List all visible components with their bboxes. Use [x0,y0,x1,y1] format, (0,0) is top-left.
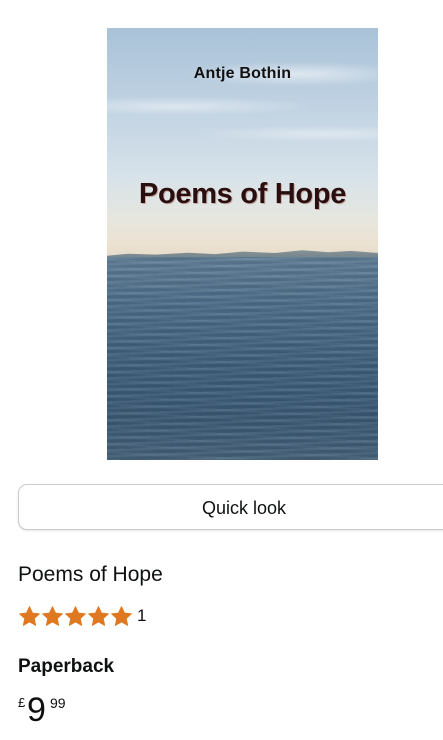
price-whole: 9 [27,691,46,729]
format-link[interactable]: Paperback [18,656,114,678]
star-rating[interactable] [18,605,133,628]
price-currency-symbol: £ [18,695,26,710]
rating-count-link[interactable]: 1 [137,606,146,626]
cover-sky [107,28,378,258]
cover-title: Poems of Hope [138,178,347,210]
star-icon [65,605,86,626]
price-fraction: 99 [50,695,66,711]
cover-sea [107,257,378,460]
star-icon [42,605,63,626]
quick-look-button[interactable]: Quick look [18,484,443,530]
star-icon [19,605,40,626]
cover-author: Antje Bothin [193,65,292,82]
product-title-link[interactable]: Poems of Hope [18,563,163,587]
rating-row: 1 [18,603,146,629]
book-cover-image[interactable]: Antje Bothin Poems of Hope [107,28,378,460]
quick-look-label: Quick look [201,498,287,518]
star-icon [111,605,132,626]
star-icon [88,605,109,626]
